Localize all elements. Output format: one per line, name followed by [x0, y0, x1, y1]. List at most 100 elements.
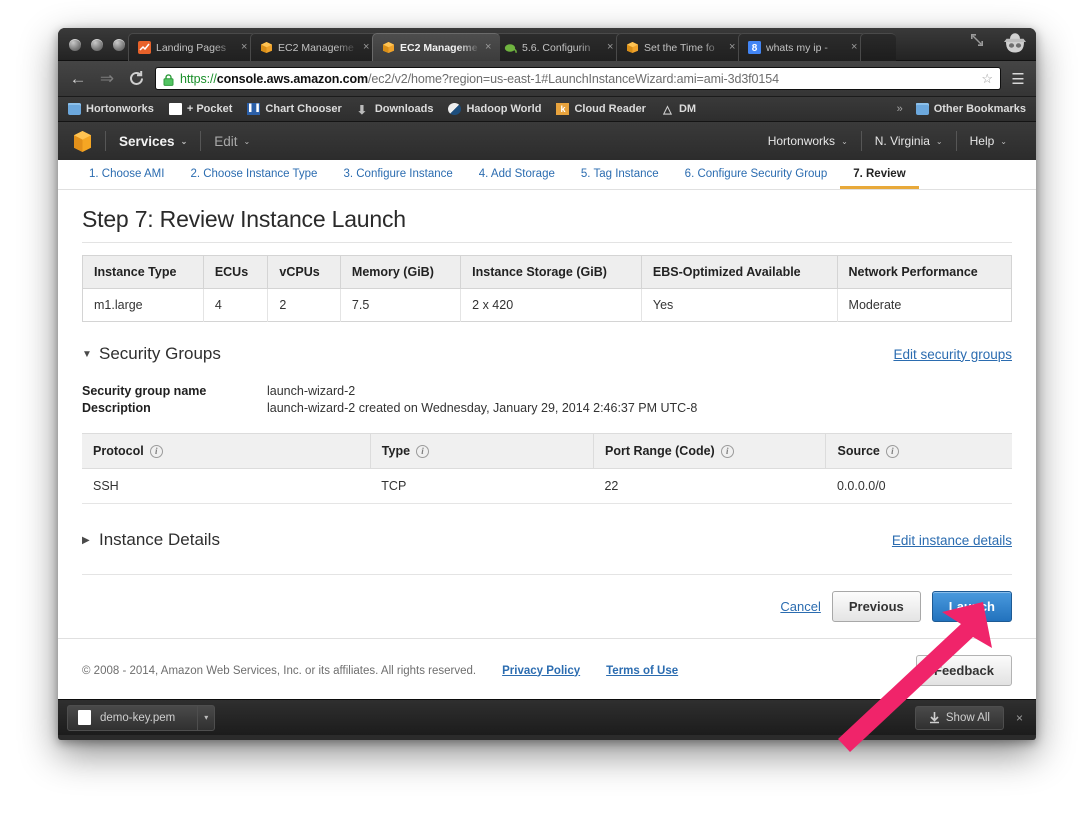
column-header: Memory (GiB): [340, 255, 462, 289]
url-path: /ec2/v2/home?region=us-east-1#LaunchInst…: [368, 71, 779, 86]
browser-tab-label: Set the Time fo: [644, 41, 715, 54]
rules-body: SSH TCP 22 0.0.0.0/0: [82, 468, 1012, 504]
close-tab-icon[interactable]: ×: [851, 41, 860, 53]
lock-icon: [163, 73, 174, 86]
browser-tab-2[interactable]: EC2 Manageme ×: [250, 33, 378, 61]
browser-tab-6[interactable]: 8 whats my ip - ×: [738, 33, 866, 61]
back-icon[interactable]: ←: [68, 69, 88, 89]
wizard-steps[interactable]: 1. Choose AMI 2. Choose Instance Type 3. C…: [58, 160, 1036, 190]
window-controls[interactable]: [969, 32, 1028, 54]
chevron-down-icon: ⌄: [243, 136, 251, 146]
info-icon[interactable]: i: [720, 444, 734, 458]
browser-tab-5[interactable]: Set the Time fo ×: [616, 33, 744, 61]
region-menu[interactable]: N. Virginia ⌄: [862, 134, 956, 148]
browser-tabs[interactable]: Landing Pages × EC2 Manageme × EC2 Manageme ×…: [128, 33, 896, 61]
forward-icon[interactable]: ⇒: [97, 69, 117, 89]
account-menu-label: Hortonworks: [767, 134, 836, 148]
table-cell: Yes: [641, 288, 838, 322]
table-cell: 7.5: [340, 288, 462, 322]
minimize-window-button[interactable]: [91, 39, 103, 51]
close-tab-icon[interactable]: ×: [485, 41, 494, 53]
info-icon[interactable]: i: [416, 444, 430, 458]
wizard-step-6[interactable]: 6. Configure Security Group: [672, 168, 841, 189]
incognito-spy-icon: [1002, 32, 1028, 54]
show-all-downloads-button[interactable]: Show All: [914, 705, 1004, 730]
download-item[interactable]: demo-key.pem ▾: [67, 704, 216, 731]
info-icon[interactable]: i: [885, 444, 899, 458]
rules-cell: TCP: [370, 468, 594, 504]
close-shelf-icon[interactable]: ×: [1016, 711, 1027, 725]
chrome-menu-icon[interactable]: ☰: [1010, 70, 1026, 88]
close-tab-icon[interactable]: ×: [729, 41, 738, 53]
browser-tab-4[interactable]: 5.6. Configurin ×: [494, 33, 622, 61]
bookmark-5[interactable]: Hadoop World: [448, 103, 541, 115]
close-tab-icon[interactable]: ×: [241, 41, 250, 53]
bookmarks-overflow-icon[interactable]: »: [897, 103, 903, 115]
zoom-window-button[interactable]: [113, 39, 125, 51]
bookmark-7[interactable]: △ DM: [661, 103, 697, 116]
column-header: ECUs: [203, 255, 269, 289]
instance-details-section-header: ▶ Instance Details Edit instance details: [82, 530, 1012, 550]
wizard-step-5[interactable]: 5. Tag Instance: [568, 168, 672, 189]
browser-toolbar: ← ⇒ https://console.aws.amazon.com/ec2/v…: [58, 61, 1036, 97]
edit-menu[interactable]: Edit ⌄: [201, 134, 263, 149]
show-all-label: Show All: [945, 711, 990, 724]
cancel-button[interactable]: Cancel: [780, 599, 820, 614]
terms-of-use-link[interactable]: Terms of Use: [606, 665, 678, 677]
bookmark-4[interactable]: ⬇ Downloads: [357, 103, 434, 117]
wizard-step-2[interactable]: 2. Choose Instance Type: [177, 168, 330, 189]
url-scheme: https://: [180, 71, 217, 86]
reload-icon[interactable]: [126, 69, 146, 89]
close-window-button[interactable]: [69, 39, 81, 51]
close-tab-icon[interactable]: ×: [607, 41, 616, 53]
feedback-button[interactable]: Feedback: [916, 655, 1012, 686]
new-tab-button[interactable]: [860, 33, 896, 61]
bookmark-label: DM: [678, 103, 697, 115]
account-menu[interactable]: Hortonworks ⌄: [755, 134, 861, 148]
bookmark-3[interactable]: ▌▐ Chart Chooser: [247, 103, 342, 115]
info-icon[interactable]: i: [149, 444, 163, 458]
wizard-step-3[interactable]: 3. Configure Instance: [330, 168, 465, 189]
help-menu-label: Help: [969, 134, 995, 148]
edit-security-groups-link[interactable]: Edit security groups: [893, 347, 1012, 362]
field-value: launch-wizard-2: [267, 384, 356, 398]
copyright-text: © 2008 - 2014, Amazon Web Services, Inc.…: [82, 664, 477, 677]
browser-tab-3[interactable]: EC2 Manageme ×: [372, 33, 500, 61]
bookmarks-list[interactable]: Hortonworks + Pocket ▌▐ Chart Chooser ⬇ Downl…: [68, 103, 697, 117]
launch-button[interactable]: Launch: [931, 591, 1012, 622]
column-header: Network Performance: [837, 255, 1012, 289]
other-bookmarks-folder[interactable]: Other Bookmarks: [915, 103, 1026, 115]
fullscreen-icon[interactable]: [969, 32, 995, 54]
bookmark-6[interactable]: k Cloud Reader: [556, 103, 646, 115]
folder-icon: [915, 103, 929, 115]
url-host: console.aws.amazon.com: [216, 71, 369, 86]
rules-header-row: Protocol i Type i Port Range (Code) i Source i: [82, 433, 1012, 469]
privacy-policy-link[interactable]: Privacy Policy: [502, 665, 580, 677]
aws-cube-logo[interactable]: [74, 130, 91, 152]
wizard-step-7[interactable]: 7. Review: [840, 168, 919, 189]
url-text: https://console.aws.amazon.com/ec2/v2/ho…: [180, 72, 779, 86]
expand-twisty-icon[interactable]: ▶: [82, 535, 92, 546]
rules-column-label: Source: [837, 444, 880, 458]
bookmark-star-icon[interactable]: ☆: [981, 71, 993, 87]
chevron-down-icon[interactable]: ▾: [197, 705, 214, 730]
column-header: EBS-Optimized Available: [641, 255, 838, 289]
bookmark-1[interactable]: Hortonworks: [68, 103, 154, 115]
previous-button[interactable]: Previous: [831, 591, 921, 622]
wizard-step-1[interactable]: 1. Choose AMI: [76, 168, 177, 189]
address-bar[interactable]: https://console.aws.amazon.com/ec2/v2/ho…: [155, 67, 1001, 90]
wizard-step-4[interactable]: 4. Add Storage: [466, 168, 568, 189]
close-tab-icon[interactable]: ×: [363, 41, 372, 53]
window-traffic-lights[interactable]: [69, 39, 125, 51]
page-title: Step 7: Review Instance Launch: [82, 200, 1012, 243]
bookmark-2[interactable]: + Pocket: [168, 103, 232, 115]
rules-cell: 22: [593, 468, 826, 504]
folder-icon: [68, 103, 81, 115]
help-menu[interactable]: Help ⌄: [957, 134, 1020, 148]
instance-type-table: Instance Type ECUs vCPUs Memory (GiB) Instan…: [82, 255, 1012, 322]
edit-instance-details-link[interactable]: Edit instance details: [892, 533, 1012, 548]
services-menu[interactable]: Services ⌄: [106, 134, 200, 149]
browser-tab-1[interactable]: Landing Pages ×: [128, 33, 256, 61]
column-header: Instance Storage (GiB): [460, 255, 642, 289]
collapse-twisty-icon[interactable]: ▼: [82, 349, 92, 360]
